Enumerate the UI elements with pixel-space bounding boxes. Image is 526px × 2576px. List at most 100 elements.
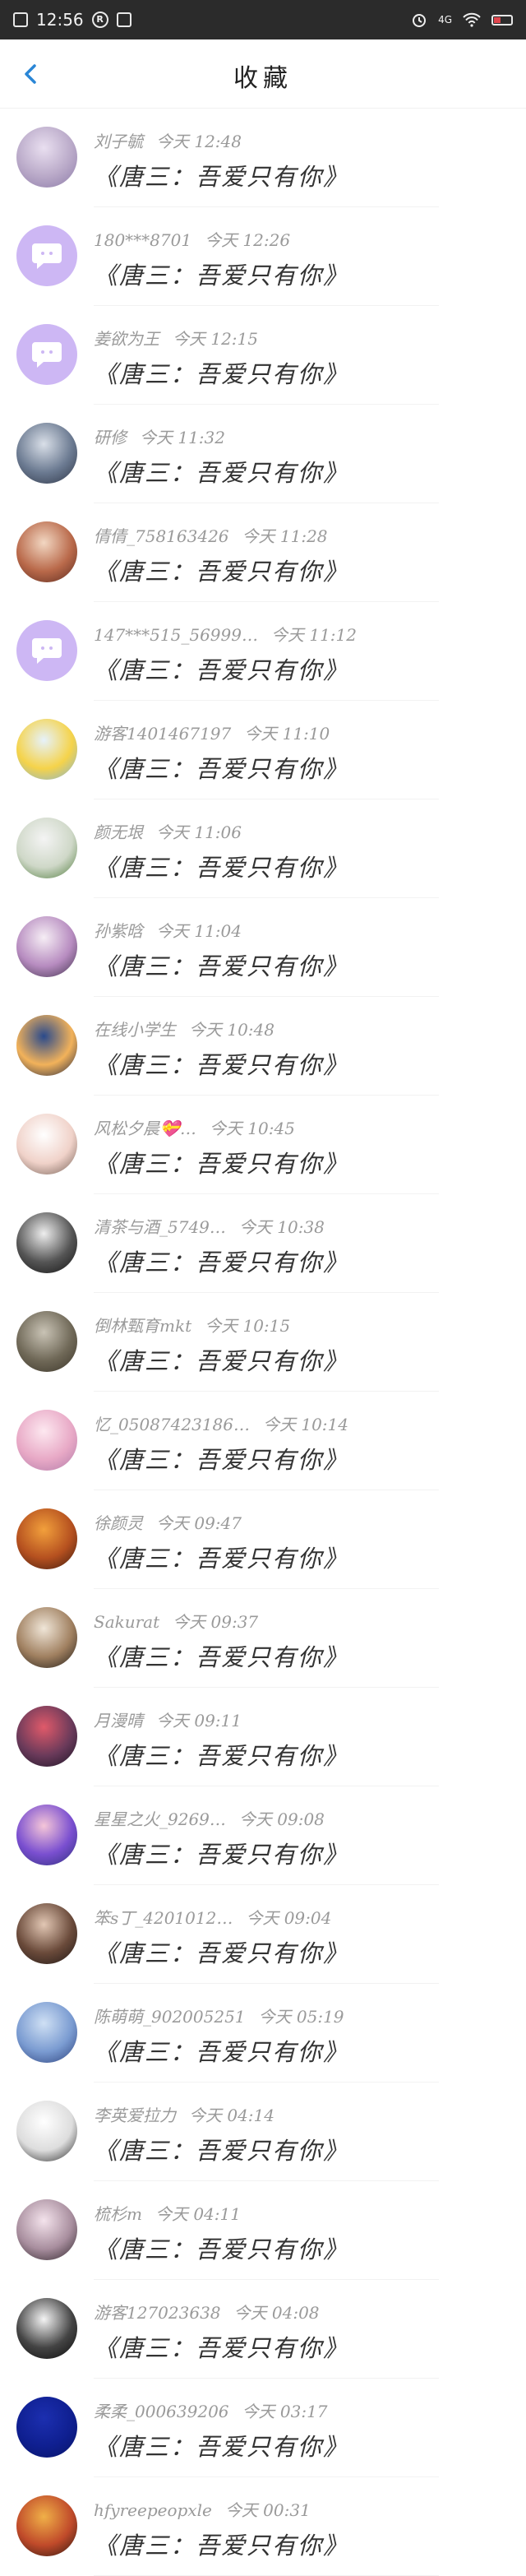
list-item[interactable]: 李英爱拉力 今天 04:14 《唐三：吾爱只有你》 [0,2083,526,2181]
item-title[interactable]: 《唐三：吾爱只有你》 [94,2033,348,2068]
list-item[interactable]: 月漫晴 今天 09:11 《唐三：吾爱只有你》 [0,1688,526,1786]
list-item[interactable]: 笨s丁_4201012… 今天 09:04 《唐三：吾爱只有你》 [0,1885,526,1984]
username[interactable]: 研修 [94,428,127,447]
username[interactable]: Sakurat [94,1612,159,1632]
avatar[interactable] [16,1015,77,1076]
avatar[interactable] [16,818,77,878]
username[interactable]: 陈萌萌_902005251 [94,2007,246,2027]
avatar[interactable] [16,324,77,385]
list-item[interactable]: 刘子毓 今天 12:48 《唐三：吾爱只有你》 [0,109,526,207]
list-item[interactable]: 颜无垠 今天 11:06 《唐三：吾爱只有你》 [0,799,526,898]
avatar[interactable] [16,423,77,484]
list-item[interactable]: 游客127023638 今天 04:08 《唐三：吾爱只有你》 [0,2280,526,2379]
item-title[interactable]: 《唐三：吾爱只有你》 [94,1638,348,1673]
item-title[interactable]: 《唐三：吾爱只有你》 [94,849,348,883]
item-title[interactable]: 《唐三：吾爱只有你》 [94,1342,348,1377]
username[interactable]: 月漫晴 [94,1711,143,1730]
list-item[interactable]: 柔柔_000639206 今天 03:17 《唐三：吾爱只有你》 [0,2379,526,2477]
username[interactable]: 梳杉m [94,2204,142,2224]
item-title[interactable]: 《唐三：吾爱只有你》 [94,947,348,982]
item-title[interactable]: 《唐三：吾爱只有你》 [94,1046,348,1081]
list-item[interactable]: 陈萌萌_902005251 今天 05:19 《唐三：吾爱只有你》 [0,1984,526,2083]
avatar[interactable] [16,719,77,780]
item-title[interactable]: 《唐三：吾爱只有你》 [94,454,348,489]
list-item[interactable]: 倩倩_758163426 今天 11:28 《唐三：吾爱只有你》 [0,503,526,602]
list-item[interactable]: 徐颜灵 今天 09:47 《唐三：吾爱只有你》 [0,1490,526,1589]
item-title[interactable]: 《唐三：吾爱只有你》 [94,2231,348,2265]
avatar[interactable] [16,620,77,681]
avatar[interactable] [16,1706,77,1767]
list-item[interactable]: 梳杉m 今天 04:11 《唐三：吾爱只有你》 [0,2181,526,2280]
username[interactable]: 孙紫晗 [94,921,143,941]
avatar[interactable] [16,2199,77,2260]
list-item[interactable]: 忆_05087423186… 今天 10:14 《唐三：吾爱只有你》 [0,1392,526,1490]
username[interactable]: 姜欲为王 [94,329,159,349]
item-title[interactable]: 《唐三：吾爱只有你》 [94,1145,348,1179]
username[interactable]: 颜无垠 [94,822,143,842]
list-item[interactable]: 星星之火_9269… 今天 09:08 《唐三：吾爱只有你》 [0,1786,526,1885]
item-title[interactable]: 《唐三：吾爱只有你》 [94,553,348,587]
username[interactable]: hfyreepeopxle [94,2500,212,2520]
username[interactable]: 游客1401467197 [94,724,231,744]
item-title[interactable]: 《唐三：吾爱只有你》 [94,1934,348,1969]
item-title[interactable]: 《唐三：吾爱只有你》 [94,257,348,291]
avatar[interactable] [16,1903,77,1964]
item-title[interactable]: 《唐三：吾爱只有你》 [94,2527,348,2561]
list-item[interactable]: 180***8701 今天 12:26 《唐三：吾爱只有你》 [0,207,526,306]
username[interactable]: 星星之火_9269… [94,1809,226,1829]
username[interactable]: 倩倩_758163426 [94,526,229,546]
avatar[interactable] [16,225,77,286]
avatar[interactable] [16,2298,77,2359]
item-title[interactable]: 《唐三：吾爱只有你》 [94,651,348,686]
username[interactable]: 徐颜灵 [94,1513,143,1533]
item-title[interactable]: 《唐三：吾爱只有你》 [94,1737,348,1772]
avatar[interactable] [16,2495,77,2556]
list-item[interactable]: 游客1401467197 今天 11:10 《唐三：吾爱只有你》 [0,701,526,799]
item-title[interactable]: 《唐三：吾爱只有你》 [94,1244,348,1278]
username[interactable]: 清茶与酒_5749… [94,1217,226,1237]
username[interactable]: 风松夕晨💝… [94,1119,196,1138]
avatar[interactable] [16,1508,77,1569]
item-title[interactable]: 《唐三：吾爱只有你》 [94,2329,348,2364]
username[interactable]: 游客127023638 [94,2303,221,2323]
avatar[interactable] [16,916,77,977]
item-title[interactable]: 《唐三：吾爱只有你》 [94,2132,348,2166]
username[interactable]: 180***8701 [94,230,191,250]
username[interactable]: 柔柔_000639206 [94,2402,229,2421]
username[interactable]: 李英爱拉力 [94,2106,176,2125]
username[interactable]: 忆_05087423186… [94,1415,250,1434]
avatar[interactable] [16,521,77,582]
avatar[interactable] [16,127,77,188]
avatar[interactable] [16,1607,77,1668]
list-item[interactable]: 风松夕晨💝… 今天 10:45 《唐三：吾爱只有你》 [0,1096,526,1194]
list-item[interactable]: 姜欲为王 今天 12:15 《唐三：吾爱只有你》 [0,306,526,405]
list-item[interactable]: 研修 今天 11:32 《唐三：吾爱只有你》 [0,405,526,503]
item-title[interactable]: 《唐三：吾爱只有你》 [94,355,348,390]
avatar[interactable] [16,1212,77,1273]
list-item[interactable]: 清茶与酒_5749… 今天 10:38 《唐三：吾爱只有你》 [0,1194,526,1293]
list-item[interactable]: 在线小学生 今天 10:48 《唐三：吾爱只有你》 [0,997,526,1096]
username[interactable]: 在线小学生 [94,1020,176,1040]
avatar[interactable] [16,1114,77,1174]
avatar[interactable] [16,2101,77,2161]
list-item[interactable]: 147***515_56999… 今天 11:12 《唐三：吾爱只有你》 [0,602,526,701]
item-title[interactable]: 《唐三：吾爱只有你》 [94,1441,348,1476]
username[interactable]: 笨s丁_4201012… [94,1908,233,1928]
username[interactable]: 147***515_56999… [94,625,258,645]
list-item[interactable]: Sakurat 今天 09:37 《唐三：吾爱只有你》 [0,1589,526,1688]
username[interactable]: 刘子毓 [94,132,143,151]
username[interactable]: 倒林甄育mkt [94,1316,191,1336]
item-title[interactable]: 《唐三：吾爱只有你》 [94,1836,348,1870]
avatar[interactable] [16,2002,77,2063]
avatar[interactable] [16,1805,77,1865]
avatar[interactable] [16,1410,77,1471]
avatar[interactable] [16,1311,77,1372]
item-title[interactable]: 《唐三：吾爱只有你》 [94,750,348,785]
list-item[interactable]: 倒林甄育mkt 今天 10:15 《唐三：吾爱只有你》 [0,1293,526,1392]
item-title[interactable]: 《唐三：吾爱只有你》 [94,2428,348,2462]
list-item[interactable]: 孙紫晗 今天 11:04 《唐三：吾爱只有你》 [0,898,526,997]
avatar[interactable] [16,2397,77,2458]
item-title[interactable]: 《唐三：吾爱只有你》 [94,1540,348,1574]
item-title[interactable]: 《唐三：吾爱只有你》 [94,158,348,192]
list-item[interactable]: hfyreepeopxle 今天 00:31 《唐三：吾爱只有你》 [0,2477,526,2576]
